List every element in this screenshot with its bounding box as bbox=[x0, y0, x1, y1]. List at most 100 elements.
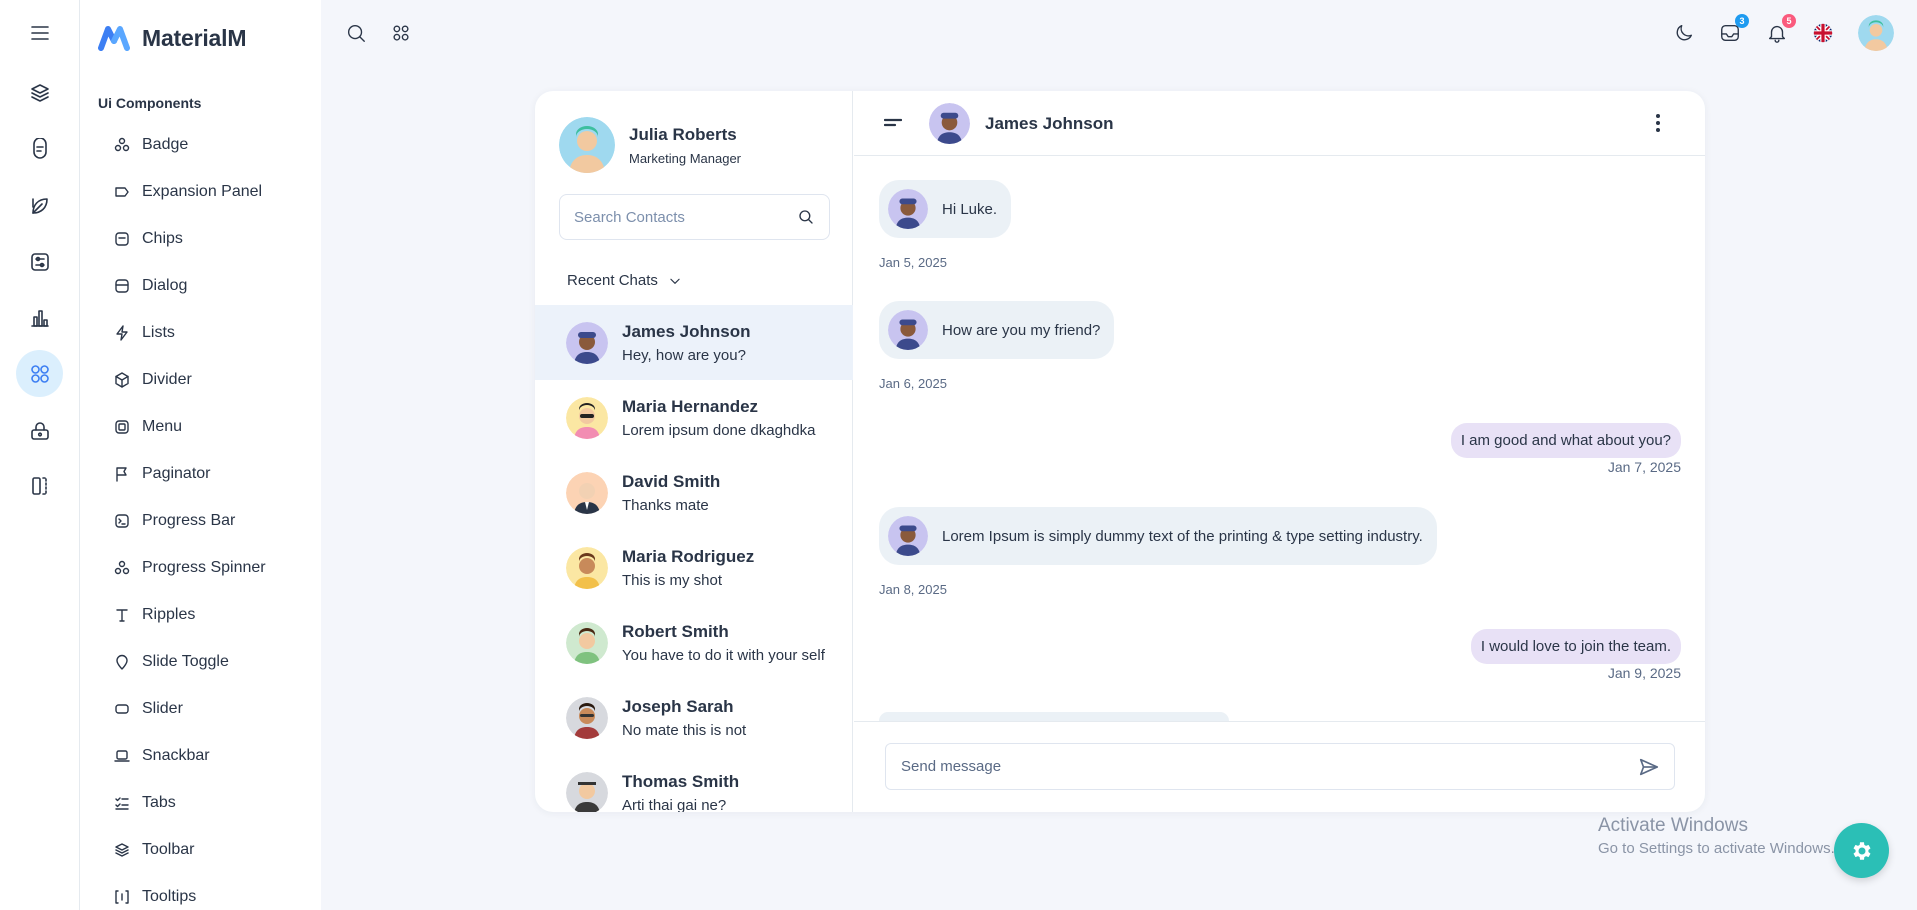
contact-last-message: This is my shot bbox=[622, 571, 723, 589]
message-date: Jan 9, 2025 bbox=[1607, 665, 1681, 681]
menu-item-ripples[interactable]: Ripples bbox=[114, 601, 195, 629]
current-user: Julia Roberts Marketing Manager bbox=[559, 117, 741, 173]
menu-item-slider[interactable]: Slider bbox=[114, 695, 183, 723]
cube-icon bbox=[115, 372, 129, 388]
apps-icon[interactable] bbox=[16, 350, 63, 397]
copy-icon[interactable] bbox=[16, 126, 63, 173]
brand[interactable]: MaterialM bbox=[98, 24, 246, 52]
menu-item-badge[interactable]: Badge bbox=[114, 131, 188, 159]
uk-flag-icon[interactable] bbox=[1810, 20, 1836, 46]
message-date: Jan 7, 2025 bbox=[1607, 459, 1681, 475]
menu-icon[interactable] bbox=[16, 9, 63, 56]
layers-icon[interactable] bbox=[16, 69, 63, 116]
menu-item-lists[interactable]: Lists bbox=[114, 319, 175, 347]
message-date: Jan 5, 2025 bbox=[879, 255, 947, 270]
notifications-badge: 5 bbox=[1782, 14, 1796, 28]
messages-icon[interactable]: 3 bbox=[1717, 14, 1749, 46]
conversation-title: James Johnson bbox=[985, 114, 1114, 133]
menu-item-tabs[interactable]: Tabs bbox=[114, 789, 176, 817]
contacts-panel: Julia Roberts Marketing Manager Recent C… bbox=[535, 91, 853, 812]
contact-item[interactable]: James Johnson Hey, how are you? bbox=[535, 305, 853, 380]
user-avatar[interactable] bbox=[1858, 15, 1894, 51]
menu-item-tooltips[interactable]: Tooltips bbox=[114, 883, 196, 910]
menu-item-progress-spinner[interactable]: Progress Spinner bbox=[114, 554, 266, 582]
contact-list: James Johnson Hey, how are you? Maria He… bbox=[535, 305, 853, 812]
notification-icon[interactable]: 5 bbox=[1764, 14, 1796, 46]
search-icon[interactable] bbox=[343, 20, 369, 46]
profile-avatar[interactable] bbox=[559, 117, 615, 173]
menu-item-label: Tooltips bbox=[142, 888, 197, 905]
menu-item-expansion-panel[interactable]: Expansion Panel bbox=[114, 178, 262, 206]
menu-item-slide-toggle[interactable]: Slide Toggle bbox=[114, 648, 229, 676]
menu-item-snackbar[interactable]: Snackbar bbox=[114, 742, 210, 770]
contact-last-message: No mate this is not bbox=[622, 721, 747, 739]
leaf-icon[interactable] bbox=[16, 182, 63, 229]
contact-item[interactable]: Thomas Smith Arti thai gai ne? bbox=[535, 755, 853, 812]
dark-mode-icon[interactable] bbox=[1671, 20, 1697, 46]
menu-item-label: Paginator bbox=[142, 465, 211, 482]
label-icon bbox=[115, 187, 129, 197]
chart-icon[interactable] bbox=[16, 294, 63, 341]
chat-card: Julia Roberts Marketing Manager Recent C… bbox=[535, 91, 1705, 812]
activate-windows-title: Activate Windows bbox=[1598, 815, 1748, 836]
icon-rail bbox=[0, 0, 80, 910]
contact-name: James Johnson bbox=[622, 321, 751, 341]
menu-item-menu[interactable]: Menu bbox=[114, 413, 182, 441]
recent-chats-dropdown[interactable]: Recent Chats bbox=[567, 272, 682, 289]
section-title: Ui Components bbox=[98, 95, 202, 111]
message-text: Hi Luke. bbox=[942, 200, 998, 218]
contact-name: Maria Rodriguez bbox=[622, 546, 755, 566]
brackets-icon bbox=[115, 890, 129, 904]
apps-icon bbox=[114, 137, 130, 152]
recent-chats-label: Recent Chats bbox=[567, 272, 658, 289]
contact-item[interactable]: Joseph Sarah No mate this is not bbox=[535, 680, 853, 755]
message-date: Jan 6, 2025 bbox=[879, 376, 947, 391]
note-icon bbox=[115, 232, 129, 246]
contact-item[interactable]: David Smith Thanks mate bbox=[535, 455, 853, 530]
contact-avatar bbox=[566, 546, 608, 589]
menu-item-divider[interactable]: Divider bbox=[114, 366, 192, 394]
menu-item-label: Progress Bar bbox=[142, 512, 236, 529]
send-icon[interactable] bbox=[1638, 756, 1660, 778]
sliders-icon[interactable] bbox=[16, 238, 63, 285]
menu-item-label: Expansion Panel bbox=[142, 183, 263, 200]
lock-icon[interactable] bbox=[16, 407, 63, 454]
contact-avatar bbox=[566, 696, 608, 739]
menu-item-chips[interactable]: Chips bbox=[114, 225, 183, 253]
pin-icon bbox=[116, 654, 128, 670]
menu-item-label: Toolbar bbox=[142, 841, 195, 858]
contact-last-message: Lorem ipsum done dkaghdka bbox=[622, 421, 816, 439]
outgoing-message: I am good and what about you? bbox=[1450, 423, 1681, 458]
sidebar-toggle-icon[interactable] bbox=[884, 115, 902, 131]
contact-name: Thomas Smith bbox=[622, 771, 740, 791]
message-text: Lorem Ipsum is simply dummy text of the … bbox=[942, 527, 1423, 545]
menu-item-progress-bar[interactable]: Progress Bar bbox=[114, 507, 235, 535]
search-input[interactable] bbox=[574, 208, 797, 226]
search-icon[interactable] bbox=[797, 208, 815, 226]
contact-item[interactable]: Maria Hernandez Lorem ipsum done dkaghdk… bbox=[535, 380, 853, 455]
message-input[interactable] bbox=[901, 758, 1638, 775]
contact-item[interactable]: Robert Smith You have to do it with your… bbox=[535, 605, 853, 680]
menu-item-label: Divider bbox=[142, 371, 192, 388]
contact-last-message: Thanks mate bbox=[622, 496, 709, 514]
incoming-message: How are you my friend? bbox=[879, 301, 1115, 359]
profile-role: Marketing Manager bbox=[629, 150, 741, 166]
apps-icon[interactable] bbox=[388, 20, 414, 46]
contact-last-message: Hey, how are you? bbox=[622, 346, 746, 364]
menu-item-paginator[interactable]: Paginator bbox=[114, 460, 211, 488]
menu-item-label: Tabs bbox=[142, 794, 176, 811]
more-vertical-icon[interactable] bbox=[1654, 113, 1662, 133]
chevron-down-icon bbox=[670, 278, 680, 284]
contact-avatar bbox=[566, 471, 608, 514]
menu-item-label: Badge bbox=[142, 136, 189, 153]
panels-icon[interactable] bbox=[16, 462, 63, 509]
menu-item-dialog[interactable]: Dialog bbox=[114, 272, 187, 300]
layout-icon bbox=[115, 420, 129, 434]
menu-item-toolbar[interactable]: Toolbar bbox=[114, 836, 194, 864]
contact-item[interactable]: Maria Rodriguez This is my shot bbox=[535, 530, 853, 605]
incoming-message: Lorem Ipsum is simply dummy text of the … bbox=[879, 507, 1437, 565]
contact-name: David Smith bbox=[622, 471, 721, 491]
menu-item-label: Menu bbox=[142, 418, 183, 435]
conversation-header: James Johnson bbox=[854, 91, 1705, 156]
settings-button[interactable] bbox=[1834, 823, 1889, 878]
